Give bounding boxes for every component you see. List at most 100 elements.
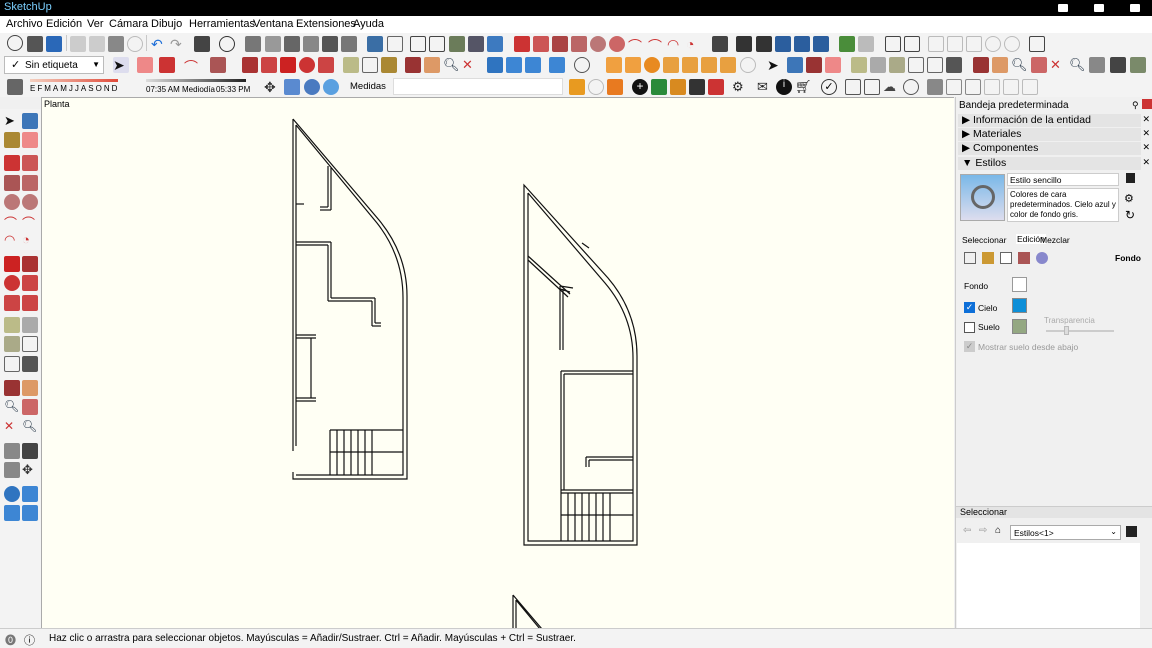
3dtext-side-icon[interactable] [22,356,38,372]
followme-icon[interactable] [261,57,277,73]
transparency-slider-thumb[interactable] [1064,326,1069,335]
model-info-icon[interactable] [219,36,235,52]
line-side-icon[interactable] [4,155,20,171]
zoom-icon[interactable]: 🔍︎ [443,57,460,73]
tab-seleccionar[interactable]: Seleccionar [962,235,1006,245]
rectangle-side-icon[interactable] [4,175,20,191]
move-side-icon[interactable] [4,256,20,272]
trim-icon[interactable] [985,36,1001,52]
paint-bucket-icon[interactable] [4,132,20,148]
section-display-side-icon[interactable] [22,486,38,502]
panel-components[interactable]: ▶ Componentes ✕ [958,142,1150,155]
rotate-icon[interactable] [299,57,315,73]
stamp-icon[interactable] [663,57,679,73]
arc3-icon[interactable]: ◠ [667,36,683,52]
back-view-icon[interactable] [322,36,338,52]
mail-icon[interactable]: ✉ [757,79,773,95]
dynamic-component-icon[interactable] [569,79,585,95]
paint2-icon[interactable] [806,57,822,73]
print-icon[interactable] [194,36,210,52]
get-models-icon[interactable] [813,36,829,52]
zoom-window-icon[interactable] [1031,57,1047,73]
eraser-icon[interactable] [137,57,153,73]
back-edges-icon[interactable] [387,36,403,52]
pan-side-icon[interactable] [22,380,38,396]
text2-icon[interactable] [908,57,924,73]
rectangle-icon[interactable] [552,36,568,52]
make-component-icon[interactable] [22,113,38,129]
eraser2-icon[interactable] [825,57,841,73]
subtract-icon[interactable] [966,36,982,52]
close-icon[interactable]: ✕ [1142,142,1150,153]
position-camera-side-icon[interactable] [4,443,20,459]
section-cut-side-icon[interactable] [4,505,20,521]
zoom-side-icon[interactable]: 🔍︎ [4,399,20,415]
toggle-terrain-icon[interactable] [858,36,874,52]
polygon-side-icon[interactable] [22,194,38,210]
transparency-slider[interactable] [1046,330,1114,332]
sync-icon[interactable] [903,79,919,95]
arc-icon[interactable]: ⌒ [628,36,644,54]
tag-selector[interactable]: ✓ Sin etiqueta ▼ [4,56,104,74]
add-icon[interactable]: + [632,79,648,95]
left-view-icon[interactable] [341,36,357,52]
collection-select[interactable]: Estilos<1> ⌄ [1010,525,1121,540]
shadows-toggle-icon[interactable] [7,79,23,95]
zoom-extents-side-icon[interactable]: ✕ [4,419,20,435]
component-options-icon[interactable] [607,79,623,95]
suelo-checkbox[interactable] [964,322,975,333]
drape-icon[interactable] [682,57,698,73]
section-fill-icon[interactable] [549,57,565,73]
freehand-icon[interactable] [533,36,549,52]
style-collection-list[interactable] [957,543,1140,628]
sandbox-scratch-icon[interactable] [625,57,641,73]
style-description-field[interactable]: Colores de cara predeterminados. Cielo a… [1007,188,1119,222]
outer-shell-icon[interactable] [885,36,901,52]
rotated-rect-side-icon[interactable] [22,175,38,191]
zoom-extents2-icon[interactable]: ✕ [1050,57,1066,73]
select-tool-icon[interactable]: ➤ [113,57,129,73]
info-status-icon[interactable]: ⓘ [24,632,35,648]
component-tool-icon[interactable] [787,57,803,73]
cielo-color-swatch[interactable] [1012,298,1027,313]
scale-side-icon[interactable] [4,295,20,311]
close-icon[interactable]: ✕ [1142,157,1150,168]
orbit2-icon[interactable] [973,57,989,73]
checker-icon[interactable] [689,79,705,95]
pushpull-icon[interactable] [242,57,258,73]
shape-tool-icon[interactable] [210,57,226,73]
look-around-side-icon[interactable] [22,443,38,459]
drawing-canvas[interactable]: Planta [41,97,954,628]
shadow-settings[interactable]: EFMAMJJASOND 07:35 AM Mediodía 05:33 PM [30,79,252,96]
xray-icon[interactable] [367,36,383,52]
undo-icon[interactable]: ↶ [151,36,167,52]
wireframe-icon[interactable] [410,36,426,52]
flip-edge-icon[interactable] [720,57,736,73]
section-fill-side-icon[interactable] [22,505,38,521]
union-icon[interactable] [947,36,963,52]
details-icon[interactable] [1126,526,1137,537]
update-style-icon[interactable]: ⚙ [1124,192,1134,205]
window2-icon[interactable] [965,79,981,95]
orbit-side-icon[interactable] [4,380,20,396]
pie-icon[interactable]: ◔ [686,36,702,52]
close-button[interactable] [1130,4,1140,12]
eraser-side-icon[interactable] [22,132,38,148]
redo-icon[interactable]: ↷ [170,36,186,52]
circle-icon[interactable] [590,36,606,52]
reset-icon[interactable] [1029,36,1045,52]
close-icon[interactable]: ✕ [1142,114,1150,125]
previous-side-icon[interactable]: 🔍︎ [22,419,38,435]
align-icon[interactable] [927,79,943,95]
paste-icon[interactable] [108,36,124,52]
position-camera-icon[interactable] [1089,57,1105,73]
menu-dibujo[interactable]: Dibujo [151,18,182,30]
section-display-icon[interactable] [506,57,522,73]
show-ground-checkbox[interactable]: ✓ [964,341,975,352]
arc-tool-icon[interactable]: ⌒ [184,57,200,75]
tape-side-icon[interactable] [4,317,20,333]
cloud-upload-icon[interactable] [708,79,724,95]
fondo-color-swatch[interactable] [1012,277,1027,292]
walk2-icon[interactable] [1130,57,1146,73]
arc3-side-icon[interactable]: ◠ [4,232,20,248]
